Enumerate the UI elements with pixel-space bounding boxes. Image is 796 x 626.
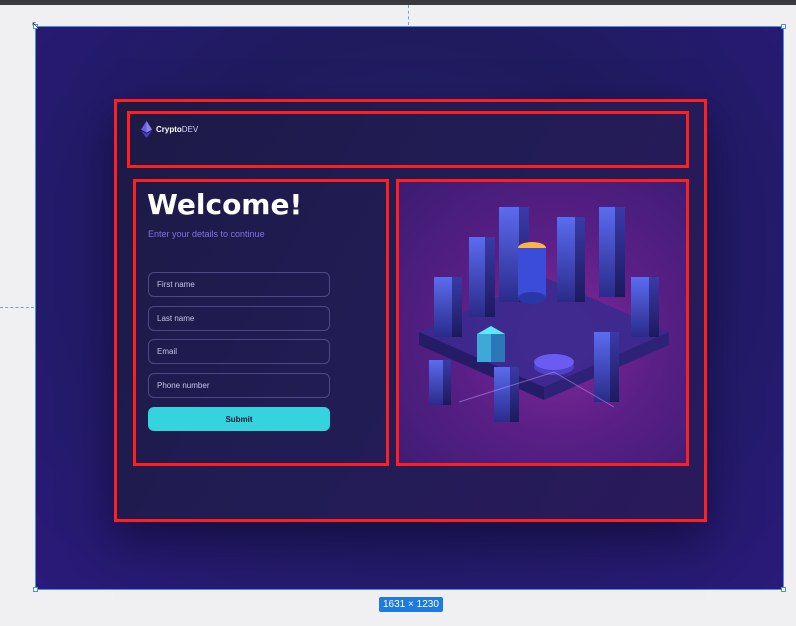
resize-handle-bottom-left[interactable] — [33, 587, 38, 592]
vertical-guide — [408, 5, 409, 25]
resize-handle-bottom-right[interactable] — [781, 587, 786, 592]
annotation-outline-header — [127, 111, 689, 168]
annotation-outline-form — [133, 179, 389, 466]
horizontal-guide — [0, 307, 34, 308]
resize-handle-top-right[interactable] — [781, 24, 786, 29]
dimensions-badge: 1631 × 1230 — [379, 597, 443, 612]
annotation-outline-illustration — [396, 179, 689, 466]
top-toolbar-strip — [0, 0, 796, 5]
resize-cursor-icon: ⤡ — [32, 20, 41, 33]
